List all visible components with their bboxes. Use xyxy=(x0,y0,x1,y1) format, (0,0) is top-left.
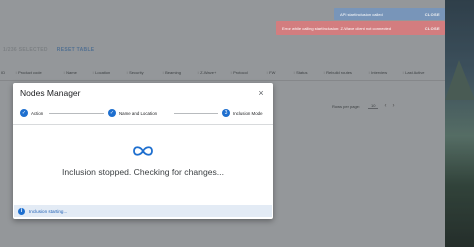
stepper: ✓ Action ✓ Name and Location 3 Inclusion… xyxy=(20,109,266,120)
nodes-manager-dialog: Nodes Manager × ✓ Action ✓ Name and Loca… xyxy=(13,83,273,219)
step-inclusion-mode[interactable]: 3 Inclusion Mode xyxy=(222,109,263,117)
inclusion-status-message: Inclusion stopped. Checking for changes.… xyxy=(62,167,224,177)
step-action[interactable]: ✓ Action xyxy=(20,109,43,117)
info-icon: i xyxy=(18,207,25,215)
step-connector xyxy=(49,113,104,114)
check-icon: ✓ xyxy=(20,109,28,117)
toast-close-button[interactable]: CLOSE xyxy=(425,26,440,31)
step-name-and-location[interactable]: ✓ Name and Location xyxy=(108,109,157,117)
check-icon: ✓ xyxy=(108,109,116,117)
stepper-divider xyxy=(13,124,273,125)
step-label: Action xyxy=(31,110,44,116)
close-icon[interactable]: × xyxy=(256,88,266,98)
step-number-icon: 3 xyxy=(222,109,230,117)
inclusion-info-text: Inclusion starting... xyxy=(29,208,68,214)
infinity-icon xyxy=(133,146,153,156)
toast-message: Error while calling startInclusion: Z-Wa… xyxy=(282,25,392,31)
toast-error: Error while calling startInclusion: Z-Wa… xyxy=(276,21,445,35)
inclusion-info-bar: i Inclusion starting... xyxy=(14,205,272,217)
step-label: Inclusion Mode xyxy=(233,110,263,116)
step-connector xyxy=(174,113,218,114)
toast-close-button[interactable]: CLOSE xyxy=(425,12,440,17)
step-label: Name and Location xyxy=(119,110,158,116)
toast-message: API startInclusion called xyxy=(340,11,383,17)
toast-info: API startInclusion called CLOSE xyxy=(334,8,445,20)
dialog-title: Nodes Manager xyxy=(20,88,81,98)
